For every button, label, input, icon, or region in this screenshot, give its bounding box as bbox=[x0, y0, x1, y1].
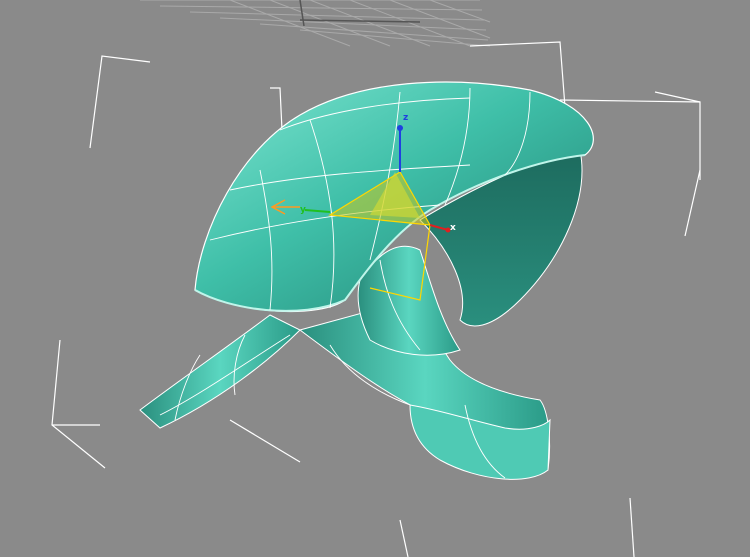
chair-leg-left[interactable] bbox=[139, 314, 301, 429]
gizmo-x-label: x bbox=[450, 223, 456, 233]
perspective-viewport[interactable]: z y x bbox=[0, 0, 750, 557]
viewport-scene[interactable]: z y x bbox=[0, 0, 750, 557]
chair-model[interactable] bbox=[139, 81, 594, 480]
home-grid bbox=[140, 0, 491, 47]
gizmo-z-label: z bbox=[403, 113, 408, 123]
gizmo-y-label: y bbox=[300, 205, 306, 215]
gizmo-z-handle[interactable] bbox=[397, 125, 403, 131]
